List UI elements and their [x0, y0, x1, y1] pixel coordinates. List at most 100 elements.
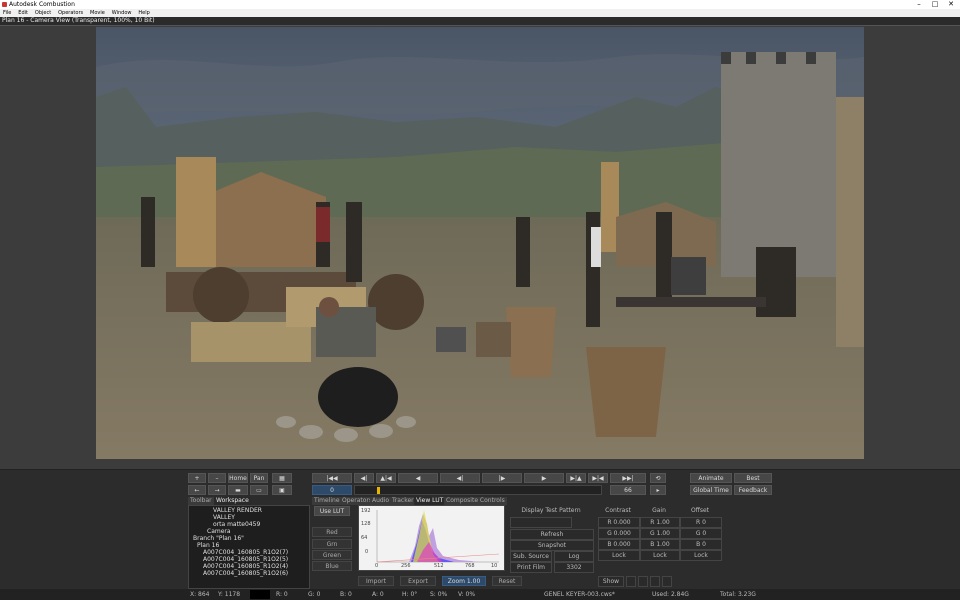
- options-icon[interactable]: ▸: [650, 485, 666, 495]
- close-button[interactable]: ✕: [944, 0, 958, 9]
- play-reverse-button[interactable]: ◀: [398, 473, 438, 483]
- menu-movie[interactable]: Movie: [90, 9, 105, 17]
- time-slider[interactable]: [354, 485, 602, 495]
- tab-view-lut[interactable]: View LUT: [414, 497, 446, 505]
- menu-window[interactable]: Window: [112, 9, 132, 17]
- tree-item[interactable]: VALLEY: [213, 514, 235, 521]
- log-select[interactable]: Log: [554, 551, 594, 562]
- offset-g-field[interactable]: G 0: [680, 528, 722, 539]
- tree-item[interactable]: Plan 16: [197, 542, 219, 549]
- channel-red[interactable]: Red: [312, 527, 352, 537]
- pixel-b: B: 0: [340, 591, 352, 598]
- go-to-end-button[interactable]: ▶▶|: [610, 473, 646, 483]
- forward-button[interactable]: →: [208, 485, 226, 495]
- back-button[interactable]: ←: [188, 485, 206, 495]
- tree-item[interactable]: Camera: [207, 528, 231, 535]
- offset-r-field[interactable]: R 0: [680, 517, 722, 528]
- camera-view-image[interactable]: [96, 27, 864, 459]
- step-back-button[interactable]: ◀|: [440, 473, 480, 483]
- gain-r-field[interactable]: R 1.00: [640, 517, 680, 528]
- next-key-button[interactable]: ▶|◀: [588, 473, 608, 483]
- offset-lock-button[interactable]: Lock: [680, 550, 722, 561]
- tab-toolbar[interactable]: Toolbar: [188, 497, 214, 505]
- tab-composite-controls[interactable]: Composite Controls: [444, 497, 507, 505]
- channel-green[interactable]: Grn: [312, 539, 352, 549]
- snapshot-button[interactable]: Snapshot: [510, 540, 594, 551]
- tree-item[interactable]: orta matte0459: [213, 521, 260, 528]
- x-tick: 768: [465, 563, 475, 569]
- tab-operators[interactable]: Operators: [340, 497, 374, 505]
- contrast-b-field[interactable]: B 0.000: [598, 539, 640, 550]
- import-button[interactable]: Import: [358, 576, 394, 586]
- show-option[interactable]: [662, 576, 672, 587]
- print-film-field[interactable]: 3302: [554, 562, 594, 573]
- show-button[interactable]: Show: [598, 576, 624, 587]
- tab-workspace[interactable]: Workspace: [214, 497, 251, 505]
- viewport[interactable]: [0, 25, 960, 470]
- show-option[interactable]: [626, 576, 636, 587]
- menu-edit[interactable]: Edit: [18, 9, 28, 17]
- frame-icon[interactable]: ▭: [250, 485, 268, 495]
- menu-operators[interactable]: Operators: [58, 9, 83, 17]
- histogram-graph[interactable]: 192 128 64 0 0 256 512 768 10: [358, 505, 505, 571]
- home-button[interactable]: Home: [228, 473, 248, 483]
- current-frame-field[interactable]: 0: [312, 485, 352, 495]
- minimize-button[interactable]: –: [912, 0, 926, 9]
- show-option[interactable]: [638, 576, 648, 587]
- menu-file[interactable]: File: [3, 9, 11, 17]
- show-option[interactable]: [650, 576, 660, 587]
- zoom-field[interactable]: Zoom 1.00: [442, 576, 486, 586]
- contrast-lock-button[interactable]: Lock: [598, 550, 640, 561]
- contrast-g-field[interactable]: G 0.000: [598, 528, 640, 539]
- tree-item[interactable]: A007C004_160805_R1O2(6): [203, 570, 288, 577]
- end-frame-field[interactable]: 66: [610, 485, 646, 495]
- set-key-forward-button[interactable]: ▶|▲: [566, 473, 586, 483]
- gain-b-field[interactable]: B 1.00: [640, 539, 680, 550]
- display-test-pattern-checkbox[interactable]: Display Test Pattern: [510, 506, 592, 515]
- playhead-marker[interactable]: [377, 487, 380, 494]
- play-button[interactable]: ▶: [524, 473, 564, 483]
- tab-audio[interactable]: Audio: [370, 497, 392, 505]
- gain-g-field[interactable]: G 1.00: [640, 528, 680, 539]
- layout-icon[interactable]: ▦: [272, 473, 292, 483]
- quality-select[interactable]: Best: [734, 473, 772, 483]
- animate-button[interactable]: Animate: [690, 473, 732, 483]
- offset-b-field[interactable]: B 0: [680, 539, 722, 550]
- sub-source-label: Sub. Source: [510, 551, 552, 562]
- refresh-button[interactable]: Refresh: [510, 529, 594, 540]
- workspace-tree[interactable]: VALLEY RENDER VALLEY orta matte0459 Came…: [188, 505, 310, 589]
- print-film-label: Print Film: [510, 562, 552, 573]
- prev-key-button[interactable]: ◀|: [354, 473, 374, 483]
- global-time-button[interactable]: Global Time: [690, 485, 732, 495]
- feedback-button[interactable]: Feedback: [734, 485, 772, 495]
- pixel-r: R: 0: [276, 591, 288, 598]
- use-lut-checkbox[interactable]: Use LUT: [314, 506, 350, 516]
- pan-button[interactable]: Pan: [250, 473, 268, 483]
- channel-blue[interactable]: Blue: [312, 561, 352, 571]
- set-key-back-button[interactable]: ▲|◀: [376, 473, 396, 483]
- step-forward-button[interactable]: |▶: [482, 473, 522, 483]
- pattern-select[interactable]: [510, 517, 572, 528]
- tree-item[interactable]: A007C004_160805_R1O2(7): [203, 549, 288, 556]
- menu-help[interactable]: Help: [138, 9, 149, 17]
- tree-item[interactable]: A007C004_160805_R1O2(5): [203, 556, 288, 563]
- tree-item[interactable]: A007C004_160805_R1O2(4): [203, 563, 288, 570]
- go-to-start-button[interactable]: |◀◀: [312, 473, 352, 483]
- loop-button[interactable]: ⟲: [650, 473, 666, 483]
- toggle-icon[interactable]: ▣: [272, 485, 292, 495]
- zoom-in-button[interactable]: +: [188, 473, 206, 483]
- menu-object[interactable]: Object: [35, 9, 51, 17]
- export-button[interactable]: Export: [400, 576, 436, 586]
- grid-icon[interactable]: ▬: [228, 485, 248, 495]
- maximize-button[interactable]: □: [928, 0, 942, 9]
- tab-timeline[interactable]: Timeline: [312, 497, 342, 505]
- tab-tracker[interactable]: Tracker: [390, 497, 416, 505]
- reset-button[interactable]: Reset: [492, 576, 522, 586]
- gain-lock-button[interactable]: Lock: [640, 550, 680, 561]
- channel-green2[interactable]: Green: [312, 550, 352, 560]
- zoom-out-button[interactable]: –: [208, 473, 226, 483]
- memory-used: Used: 2.84G: [652, 591, 689, 598]
- contrast-r-field[interactable]: R 0.000: [598, 517, 640, 528]
- tree-item[interactable]: Branch "Plan 16": [193, 535, 244, 542]
- tree-item[interactable]: VALLEY RENDER: [213, 507, 262, 514]
